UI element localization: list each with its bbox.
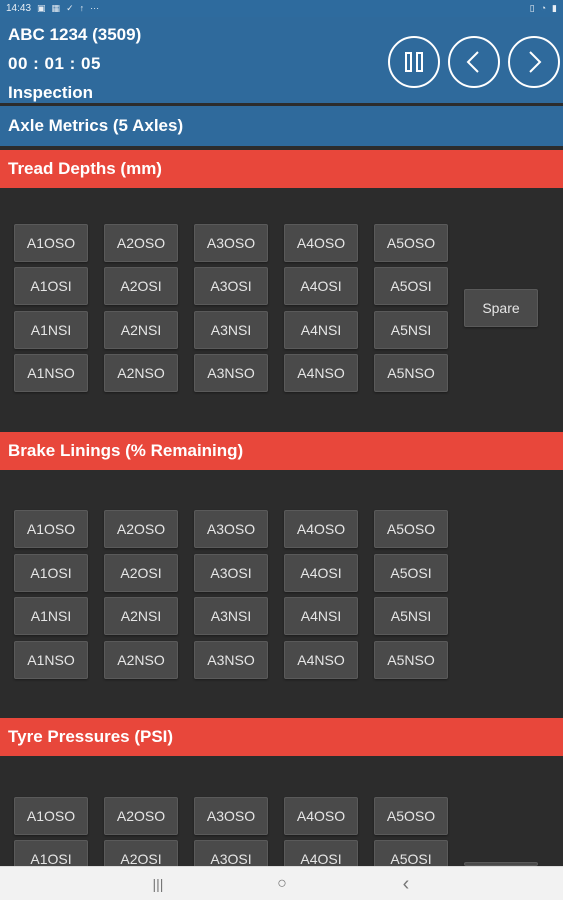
brake-a3nso-button[interactable]: A3NSO <box>194 641 268 679</box>
battery-icon: ▮ <box>552 3 557 13</box>
brake-a1nso-button[interactable]: A1NSO <box>14 641 88 679</box>
tread-a1nsi-button[interactable]: A1NSI <box>14 311 88 349</box>
chevron-left-icon <box>466 51 479 73</box>
inspection-mode: Inspection <box>8 83 94 102</box>
upload-icon: ↑ <box>79 3 85 13</box>
inspection-header: ABC 1234 (3509) 00 : 01 : 05 Inspection <box>0 17 563 103</box>
tread-a3osi-button[interactable]: A3OSI <box>194 267 268 305</box>
brake-a5oso-button[interactable]: A5OSO <box>374 510 448 548</box>
tread-spare-button[interactable]: Spare <box>464 289 538 327</box>
brake-a1oso-button[interactable]: A1OSO <box>14 510 88 548</box>
brake-a3osi-button[interactable]: A3OSI <box>194 554 268 592</box>
tread-a1osi-button[interactable]: A1OSI <box>14 267 88 305</box>
brake-a5nsi-button[interactable]: A5NSI <box>374 597 448 635</box>
tread-a4osi-button[interactable]: A4OSI <box>284 267 358 305</box>
system-nav-bar: ||| ○ ‹ <box>0 866 563 900</box>
tread-a3oso-button[interactable]: A3OSO <box>194 224 268 262</box>
axle-metrics-bar[interactable]: Axle Metrics (5 Axles) <box>0 106 563 146</box>
tread-a4nso-button[interactable]: A4NSO <box>284 354 358 392</box>
brake-a1osi-button[interactable]: A1OSI <box>14 554 88 592</box>
gallery-icon: ▦ <box>51 3 61 13</box>
wifi-icon: ◔ <box>540 3 547 13</box>
check-icon: ✓ <box>66 3 74 13</box>
status-time: 14:43 <box>6 3 32 14</box>
brake-a2oso-button[interactable]: A2OSO <box>104 510 178 548</box>
tyre-a2oso-button[interactable]: A2OSO <box>104 797 178 835</box>
tyre-a4oso-button[interactable]: A4OSO <box>284 797 358 835</box>
brake-a4nsi-button[interactable]: A4NSI <box>284 597 358 635</box>
tyre-pressures-header: Tyre Pressures (PSI) <box>0 718 563 756</box>
previous-button[interactable] <box>448 36 500 88</box>
brake-a3nsi-button[interactable]: A3NSI <box>194 597 268 635</box>
status-bar: 14:43 ▣ ▦ ✓ ↑ ··· ▯ ◔ ▮ <box>0 0 563 17</box>
chevron-right-icon <box>529 51 542 73</box>
tread-a5nso-button[interactable]: A5NSO <box>374 354 448 392</box>
tread-a3nso-button[interactable]: A3NSO <box>194 354 268 392</box>
brake-a3oso-button[interactable]: A3OSO <box>194 510 268 548</box>
brake-a2nsi-button[interactable]: A2NSI <box>104 597 178 635</box>
brake-a5nso-button[interactable]: A5NSO <box>374 641 448 679</box>
tread-a2oso-button[interactable]: A2OSO <box>104 224 178 262</box>
brake-linings-header: Brake Linings (% Remaining) <box>0 432 563 470</box>
tread-a3nsi-button[interactable]: A3NSI <box>194 311 268 349</box>
brake-a1nsi-button[interactable]: A1NSI <box>14 597 88 635</box>
brake-a4oso-button[interactable]: A4OSO <box>284 510 358 548</box>
brake-a4osi-button[interactable]: A4OSI <box>284 554 358 592</box>
tyre-a3oso-button[interactable]: A3OSO <box>194 797 268 835</box>
tread-depths-header: Tread Depths (mm) <box>0 150 563 188</box>
back-icon[interactable]: ‹ <box>386 867 426 900</box>
vibrate-icon: ▯ <box>529 3 535 13</box>
brake-a2osi-button[interactable]: A2OSI <box>104 554 178 592</box>
tread-a2nsi-button[interactable]: A2NSI <box>104 311 178 349</box>
tread-a2osi-button[interactable]: A2OSI <box>104 267 178 305</box>
tread-a5nsi-button[interactable]: A5NSI <box>374 311 448 349</box>
brake-a5osi-button[interactable]: A5OSI <box>374 554 448 592</box>
tread-a1nso-button[interactable]: A1NSO <box>14 354 88 392</box>
tread-a5osi-button[interactable]: A5OSI <box>374 267 448 305</box>
brake-a2nso-button[interactable]: A2NSO <box>104 641 178 679</box>
recent-apps-icon[interactable]: ||| <box>138 867 178 900</box>
inspection-timer: 00 : 01 : 05 <box>8 54 101 73</box>
pause-button[interactable] <box>388 36 440 88</box>
home-icon[interactable]: ○ <box>262 867 302 900</box>
tread-a4oso-button[interactable]: A4OSO <box>284 224 358 262</box>
vehicle-registration: ABC 1234 (3509) <box>8 25 142 44</box>
brake-a4nso-button[interactable]: A4NSO <box>284 641 358 679</box>
next-button[interactable] <box>508 36 560 88</box>
tread-a5oso-button[interactable]: A5OSO <box>374 224 448 262</box>
pause-icon <box>405 52 423 72</box>
image-icon: ▣ <box>37 3 46 13</box>
tyre-a5oso-button[interactable]: A5OSO <box>374 797 448 835</box>
tread-a4nsi-button[interactable]: A4NSI <box>284 311 358 349</box>
more-icon: ··· <box>90 3 100 13</box>
tread-a2nso-button[interactable]: A2NSO <box>104 354 178 392</box>
tread-a1oso-button[interactable]: A1OSO <box>14 224 88 262</box>
tyre-a1oso-button[interactable]: A1OSO <box>14 797 88 835</box>
